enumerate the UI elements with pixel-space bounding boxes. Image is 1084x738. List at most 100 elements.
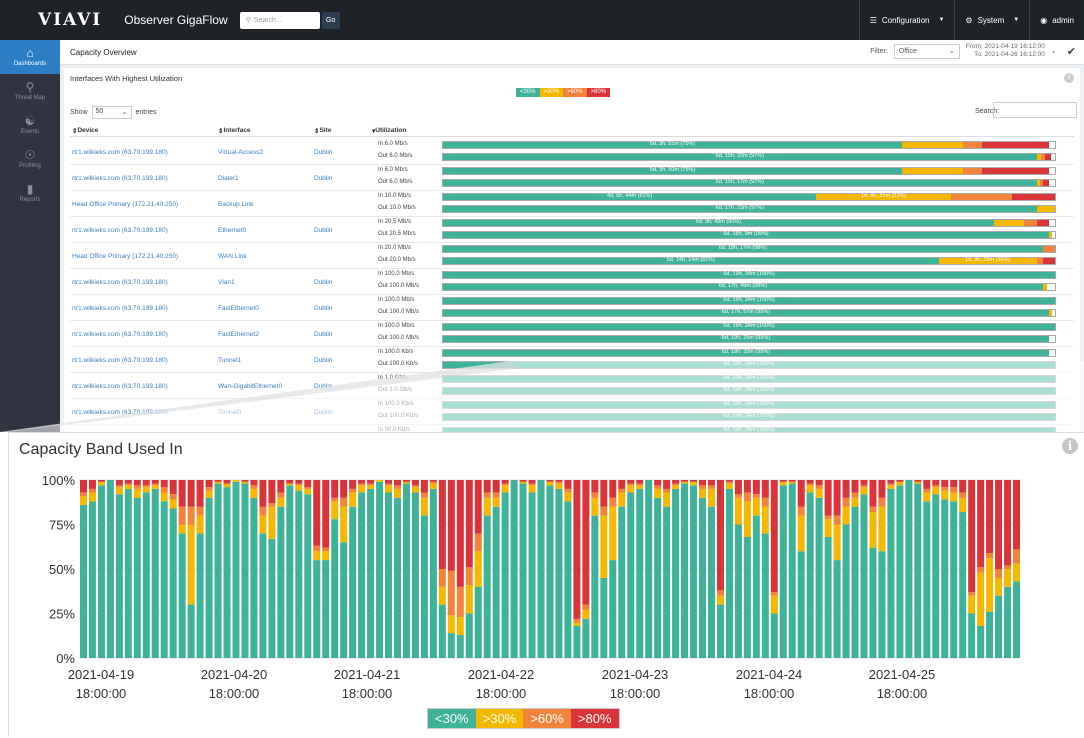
bar-segment[interactable] xyxy=(501,492,509,658)
bar-segment[interactable] xyxy=(133,480,141,486)
bar-segment[interactable] xyxy=(151,485,159,489)
bar-segment[interactable] xyxy=(340,497,348,507)
bar-segment[interactable] xyxy=(268,480,276,504)
bar-segment[interactable] xyxy=(627,492,635,658)
bar-segment[interactable] xyxy=(995,569,1003,578)
bar-segment[interactable] xyxy=(815,488,823,498)
bar-segment[interactable] xyxy=(582,480,590,605)
bar-segment[interactable] xyxy=(986,611,994,658)
info-icon[interactable]: i xyxy=(1062,438,1078,454)
bar-segment[interactable] xyxy=(115,494,123,658)
bar-segment[interactable] xyxy=(546,485,554,658)
bar-segment[interactable] xyxy=(429,481,437,484)
bar-segment[interactable] xyxy=(259,533,267,658)
bar-segment[interactable] xyxy=(313,480,321,546)
bar-segment[interactable] xyxy=(169,508,177,658)
bar-segment[interactable] xyxy=(241,483,249,658)
bar-segment[interactable] xyxy=(142,485,150,488)
bar-segment[interactable] xyxy=(411,485,419,488)
bar-segment[interactable] xyxy=(456,617,464,635)
bar-segment[interactable] xyxy=(716,604,724,658)
bar-segment[interactable] xyxy=(797,515,805,552)
bar-segment[interactable] xyxy=(779,480,787,482)
bar-segment[interactable] xyxy=(492,506,500,658)
bar-segment[interactable] xyxy=(429,488,437,658)
bar-segment[interactable] xyxy=(411,487,419,493)
bar-segment[interactable] xyxy=(654,485,662,489)
bar-segment[interactable] xyxy=(573,622,581,626)
bar-segment[interactable] xyxy=(555,488,563,658)
bar-segment[interactable] xyxy=(115,485,123,488)
bar-segment[interactable] xyxy=(797,551,805,658)
bar-segment[interactable] xyxy=(707,485,715,489)
bar-segment[interactable] xyxy=(97,485,105,658)
bar-segment[interactable] xyxy=(743,536,751,658)
bar-segment[interactable] xyxy=(447,570,455,616)
bar-segment[interactable] xyxy=(761,480,769,498)
bar-segment[interactable] xyxy=(654,480,662,486)
legend-over-60[interactable]: >60% xyxy=(523,709,571,728)
bar-segment[interactable] xyxy=(752,515,760,658)
bar-segment[interactable] xyxy=(250,497,258,658)
bar-segment[interactable] xyxy=(465,585,473,614)
bar-segment[interactable] xyxy=(385,483,393,486)
bar-segment[interactable] xyxy=(223,483,231,488)
bar-segment[interactable] xyxy=(654,488,662,498)
bar-segment[interactable] xyxy=(133,497,141,658)
bar-segment[interactable] xyxy=(295,483,303,486)
bar-segment[interactable] xyxy=(923,488,931,493)
bar-segment[interactable] xyxy=(367,488,375,658)
bar-segment[interactable] xyxy=(349,492,357,507)
bar-segment[interactable] xyxy=(277,506,285,658)
bar-segment[interactable] xyxy=(79,504,87,658)
bar-segment[interactable] xyxy=(618,480,626,489)
bar-segment[interactable] xyxy=(761,497,769,507)
bar-segment[interactable] xyxy=(815,480,823,486)
bar-segment[interactable] xyxy=(376,481,384,658)
bar-segment[interactable] xyxy=(923,492,931,502)
bar-segment[interactable] xyxy=(1004,565,1012,569)
bar-segment[interactable] xyxy=(438,604,446,658)
bar-segment[interactable] xyxy=(591,492,599,498)
bar-segment[interactable] xyxy=(447,480,455,571)
bar-segment[interactable] xyxy=(860,487,868,495)
bar-segment[interactable] xyxy=(878,480,886,498)
bar-segment[interactable] xyxy=(663,488,671,493)
bar-segment[interactable] xyxy=(124,480,132,484)
bar-segment[interactable] xyxy=(241,481,249,484)
bar-segment[interactable] xyxy=(367,485,375,489)
bar-segment[interactable] xyxy=(734,524,742,659)
bar-segment[interactable] xyxy=(277,492,285,498)
bar-segment[interactable] xyxy=(358,492,366,658)
bar-segment[interactable] xyxy=(331,497,339,502)
bar-segment[interactable] xyxy=(304,488,312,495)
bar-segment[interactable] xyxy=(878,506,886,552)
bar-segment[interactable] xyxy=(286,485,294,658)
bar-segment[interactable] xyxy=(474,586,482,658)
bar-segment[interactable] xyxy=(438,586,446,605)
bar-segment[interactable] xyxy=(79,496,87,505)
bar-segment[interactable] xyxy=(223,487,231,658)
bar-segment[interactable] xyxy=(205,497,213,658)
bar-segment[interactable] xyxy=(196,533,204,658)
bar-segment[interactable] xyxy=(160,501,168,658)
bar-segment[interactable] xyxy=(268,538,276,658)
bar-segment[interactable] xyxy=(968,480,976,593)
bar-segment[interactable] xyxy=(869,480,877,507)
bar-segment[interactable] xyxy=(304,487,312,489)
bar-segment[interactable] xyxy=(402,480,410,482)
bar-segment[interactable] xyxy=(582,618,590,658)
bar-segment[interactable] xyxy=(322,480,330,548)
bar-segment[interactable] xyxy=(609,506,617,561)
bar-segment[interactable] xyxy=(537,480,545,658)
bar-segment[interactable] xyxy=(959,492,967,498)
bar-segment[interactable] xyxy=(833,524,841,561)
bar-segment[interactable] xyxy=(376,480,384,482)
bar-segment[interactable] xyxy=(734,480,742,495)
bar-segment[interactable] xyxy=(779,485,787,658)
bar-segment[interactable] xyxy=(869,547,877,658)
bar-segment[interactable] xyxy=(752,497,760,516)
bar-segment[interactable] xyxy=(474,533,482,552)
bar-segment[interactable] xyxy=(968,592,976,596)
bar-segment[interactable] xyxy=(519,483,527,658)
